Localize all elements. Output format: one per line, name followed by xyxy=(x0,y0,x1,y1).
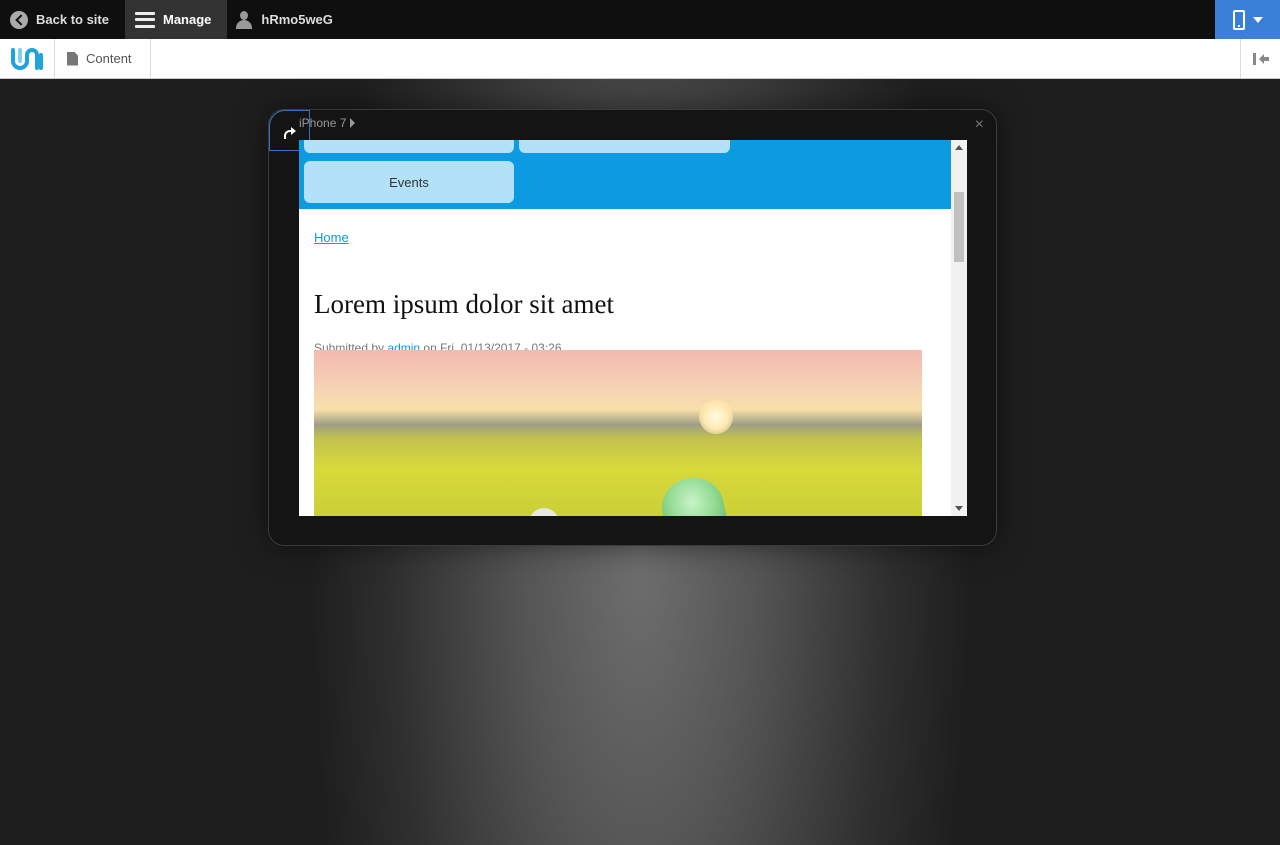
caret-down-icon xyxy=(1252,16,1263,23)
phone-icon xyxy=(1232,9,1245,30)
device-preview-frame: iPhone 7 × Events Home Lorem ipsum dolor… xyxy=(268,109,997,546)
breadcrumb-home[interactable]: Home xyxy=(314,230,922,245)
sun-glow xyxy=(699,400,733,434)
preview-screen[interactable]: Events Home Lorem ipsum dolor sit amet S… xyxy=(299,140,967,516)
nav-item-events[interactable]: Events xyxy=(304,161,514,203)
image-detail xyxy=(656,472,730,516)
content-label: Content xyxy=(86,51,132,66)
document-icon xyxy=(67,51,78,66)
admin-toolbar: Back to site Manage hRmo5weG xyxy=(0,0,1280,39)
scroll-up-arrow[interactable] xyxy=(955,145,963,150)
rotate-icon xyxy=(283,125,297,139)
manage-tab[interactable]: Manage xyxy=(124,0,228,39)
main-content: Home Lorem ipsum dolor sit amet Submitte… xyxy=(314,230,922,355)
user-tab[interactable]: hRmo5weG xyxy=(227,0,349,39)
back-to-site-label: Back to site xyxy=(36,12,109,27)
content-link[interactable]: Content xyxy=(55,39,151,78)
nav-item[interactable] xyxy=(304,140,514,153)
close-preview-button[interactable]: × xyxy=(975,117,984,133)
user-icon xyxy=(235,10,253,29)
tray-orientation-toggle[interactable] xyxy=(1240,39,1280,78)
device-selector[interactable]: iPhone 7 xyxy=(299,116,356,130)
chevron-left-circle-icon xyxy=(10,10,28,29)
caret-right-icon xyxy=(350,118,356,128)
menu-icon xyxy=(134,11,155,28)
toolbar-tray: Content xyxy=(0,39,1280,79)
user-label: hRmo5weG xyxy=(261,12,333,27)
logo-icon xyxy=(11,47,43,70)
scroll-down-arrow[interactable] xyxy=(955,506,963,511)
collapse-left-icon xyxy=(1252,52,1269,65)
nav-item[interactable] xyxy=(519,140,730,153)
article-title: Lorem ipsum dolor sit amet xyxy=(314,289,614,319)
manage-label: Manage xyxy=(162,12,212,27)
site-navigation: Events xyxy=(299,140,951,209)
back-to-site-link[interactable]: Back to site xyxy=(0,0,125,39)
device-preview-button[interactable] xyxy=(1215,0,1280,39)
device-name: iPhone 7 xyxy=(299,116,347,130)
image-detail xyxy=(529,508,559,516)
article-image xyxy=(314,350,922,516)
tray-spacer xyxy=(151,39,1240,78)
scrollbar-thumb[interactable] xyxy=(954,192,964,262)
site-logo-link[interactable] xyxy=(0,39,55,78)
scrollbar[interactable] xyxy=(951,140,967,516)
